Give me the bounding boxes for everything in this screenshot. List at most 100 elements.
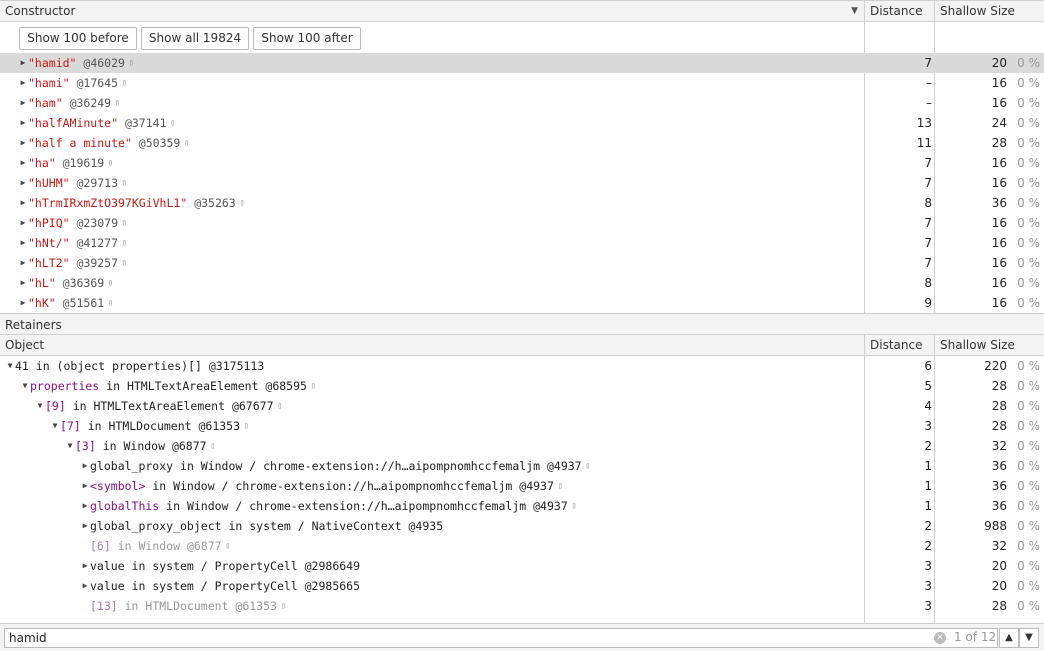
object-column-header[interactable]: Object bbox=[0, 335, 865, 356]
retainer-row[interactable]: ▼ [7] in HTMLDocument @61353 ▯ 3 28 0 % bbox=[0, 416, 1044, 436]
reveal-icon[interactable]: ▯ bbox=[278, 396, 283, 416]
collapse-triangle-icon[interactable]: ▼ bbox=[35, 396, 45, 416]
retainer-row[interactable]: ▼ [3] in Window @6877 ▯ 2 32 0 % bbox=[0, 436, 1044, 456]
row-name: ▶ "hPIQ" @23079 ▯ bbox=[18, 213, 127, 233]
expand-triangle-icon[interactable]: ▶ bbox=[18, 133, 28, 153]
reveal-icon[interactable]: ▯ bbox=[108, 153, 113, 173]
property-name: [6] bbox=[90, 539, 111, 553]
collapse-triangle-icon[interactable]: ▼ bbox=[65, 436, 75, 456]
property-name: [9] bbox=[45, 399, 66, 413]
reveal-icon[interactable]: ▯ bbox=[226, 536, 231, 556]
table-row[interactable]: ▶ "ha" @19619 ▯ 7 16 0 % bbox=[0, 153, 1044, 173]
table-row[interactable]: ▶ "ham" @36249 ▯ – 16 0 % bbox=[0, 93, 1044, 113]
reveal-icon[interactable]: ▯ bbox=[311, 376, 316, 396]
retainer-row[interactable]: ▶ value in system / PropertyCell @2986649… bbox=[0, 556, 1044, 576]
retainer-distance-column-header[interactable]: Distance bbox=[865, 335, 935, 356]
distance-cell: – bbox=[926, 76, 932, 90]
retainer-row[interactable]: ▶ globalThis in Window / chrome-extension… bbox=[0, 496, 1044, 516]
distance-cell: 1 bbox=[924, 499, 932, 513]
expand-triangle-icon[interactable]: ▶ bbox=[18, 113, 28, 133]
reveal-icon[interactable]: ▯ bbox=[586, 456, 591, 476]
shallow-size-percent: 0 % bbox=[1017, 459, 1040, 473]
table-row[interactable]: ▶ "hK" @51561 ▯ 9 16 0 % bbox=[0, 293, 1044, 311]
table-row[interactable]: ▶ "halfAMinute" @37141 ▯ 13 24 0 % bbox=[0, 113, 1044, 133]
object-id: @50359 bbox=[138, 136, 181, 150]
reveal-icon[interactable]: ▯ bbox=[184, 133, 189, 153]
row-name: ▶ "ham" @36249 ▯ bbox=[18, 93, 120, 113]
expand-triangle-icon[interactable]: ▶ bbox=[80, 516, 90, 536]
reveal-icon[interactable]: ▯ bbox=[122, 233, 127, 253]
reveal-icon[interactable]: ▯ bbox=[122, 213, 127, 233]
reveal-icon[interactable]: ▯ bbox=[244, 416, 249, 436]
expand-triangle-icon[interactable]: ▶ bbox=[80, 476, 90, 496]
retainer-row[interactable]: ▶ global_proxy in Window / chrome-extensi… bbox=[0, 456, 1044, 476]
collapse-triangle-icon[interactable]: ▼ bbox=[20, 376, 30, 396]
row-name: ▶ <symbol> in Window / chrome-extension:/… bbox=[80, 476, 563, 496]
shallow-size-percent: 0 % bbox=[1017, 96, 1040, 110]
search-input[interactable]: hamid bbox=[4, 628, 998, 648]
reveal-icon[interactable]: ▯ bbox=[211, 436, 216, 456]
previous-match-button[interactable]: ▲ bbox=[999, 628, 1019, 648]
reveal-icon[interactable]: ▯ bbox=[108, 273, 113, 293]
reveal-icon[interactable]: ▯ bbox=[240, 193, 245, 213]
expand-triangle-icon[interactable]: ▶ bbox=[18, 213, 28, 233]
reveal-icon[interactable]: ▯ bbox=[129, 53, 134, 73]
expand-triangle-icon[interactable]: ▶ bbox=[80, 456, 90, 476]
reveal-icon[interactable]: ▯ bbox=[122, 253, 127, 273]
shallow-size-cell: 24 bbox=[991, 116, 1007, 130]
expand-triangle-icon[interactable]: ▶ bbox=[18, 233, 28, 253]
reveal-icon[interactable]: ▯ bbox=[108, 293, 113, 311]
string-value: "hamid" bbox=[28, 56, 77, 70]
table-row[interactable]: ▶ "hL" @36369 ▯ 8 16 0 % bbox=[0, 273, 1044, 293]
expand-triangle-icon[interactable]: ▶ bbox=[18, 93, 28, 113]
retainer-row[interactable]: [13] in HTMLDocument @61353 ▯ 3 28 0 % bbox=[0, 596, 1044, 616]
distance-cell: 9 bbox=[924, 296, 932, 310]
shallow-size-column-header[interactable]: Shallow Size bbox=[935, 1, 1044, 22]
reveal-icon[interactable]: ▯ bbox=[115, 93, 120, 113]
show-100-after-button[interactable]: Show 100 after bbox=[253, 27, 361, 50]
distance-column-header[interactable]: Distance bbox=[865, 1, 935, 22]
table-row[interactable]: ▶ "half a minute" @50359 ▯ 11 28 0 % bbox=[0, 133, 1044, 153]
table-row[interactable]: ▶ "hPIQ" @23079 ▯ 7 16 0 % bbox=[0, 213, 1044, 233]
constructor-column-header[interactable]: Constructor ▼ bbox=[0, 1, 865, 22]
expand-triangle-icon[interactable]: ▶ bbox=[80, 576, 90, 596]
table-row[interactable]: ▶ "hLT2" @39257 ▯ 7 16 0 % bbox=[0, 253, 1044, 273]
retainer-shallow-size-column-header[interactable]: Shallow Size bbox=[935, 335, 1044, 356]
expand-triangle-icon[interactable]: ▶ bbox=[80, 496, 90, 516]
expand-triangle-icon[interactable]: ▶ bbox=[18, 293, 28, 311]
expand-triangle-icon[interactable]: ▶ bbox=[18, 253, 28, 273]
reveal-icon[interactable]: ▯ bbox=[171, 113, 176, 133]
table-row[interactable]: ▶ "hamid" @46029 ▯ 7 20 0 % bbox=[0, 53, 1044, 73]
reveal-icon[interactable]: ▯ bbox=[572, 496, 577, 516]
retainer-row[interactable]: ▶ value in system / PropertyCell @2985665… bbox=[0, 576, 1044, 596]
retainer-row[interactable]: ▼ properties in HTMLTextAreaElement @6859… bbox=[0, 376, 1044, 396]
show-all-button[interactable]: Show all 19824 bbox=[141, 27, 249, 50]
retainer-row[interactable]: ▶ global_proxy_object in system / NativeC… bbox=[0, 516, 1044, 536]
retainer-row[interactable]: ▶ <symbol> in Window / chrome-extension:/… bbox=[0, 476, 1044, 496]
property-name: global_proxy_object bbox=[90, 519, 222, 533]
expand-triangle-icon[interactable]: ▶ bbox=[18, 273, 28, 293]
collapse-triangle-icon[interactable]: ▼ bbox=[50, 416, 60, 436]
next-match-button[interactable]: ▼ bbox=[1019, 628, 1039, 648]
table-row[interactable]: ▶ "hami" @17645 ▯ – 16 0 % bbox=[0, 73, 1044, 93]
reveal-icon[interactable]: ▯ bbox=[122, 73, 127, 93]
show-100-before-button[interactable]: Show 100 before bbox=[19, 27, 137, 50]
retainer-row[interactable]: ▼ [9] in HTMLTextAreaElement @67677 ▯ 4 28 0 … bbox=[0, 396, 1044, 416]
clear-search-icon[interactable]: ✕ bbox=[934, 632, 946, 644]
expand-triangle-icon[interactable]: ▶ bbox=[18, 73, 28, 93]
retainer-row[interactable]: [6] in Window @6877 ▯ 2 32 0 % bbox=[0, 536, 1044, 556]
reveal-icon[interactable]: ▯ bbox=[558, 476, 563, 496]
reveal-icon[interactable]: ▯ bbox=[122, 173, 127, 193]
expand-triangle-icon[interactable]: ▶ bbox=[18, 173, 28, 193]
collapse-triangle-icon[interactable]: ▼ bbox=[5, 356, 15, 376]
table-row[interactable]: ▶ "hNt/" @41277 ▯ 7 16 0 % bbox=[0, 233, 1044, 253]
expand-triangle-icon[interactable]: ▶ bbox=[18, 53, 28, 73]
distance-cell: 13 bbox=[916, 116, 932, 130]
expand-triangle-icon[interactable]: ▶ bbox=[18, 193, 28, 213]
retainer-row[interactable]: ▼ 41 in (object properties)[] @3175113 6 22… bbox=[0, 356, 1044, 376]
table-row[interactable]: ▶ "hTrmIRxmZtO397KGiVhL1" @35263 ▯ 8 36 0 % bbox=[0, 193, 1044, 213]
reveal-icon[interactable]: ▯ bbox=[281, 596, 286, 616]
table-row[interactable]: ▶ "hUHM" @29713 ▯ 7 16 0 % bbox=[0, 173, 1044, 193]
expand-triangle-icon[interactable]: ▶ bbox=[80, 556, 90, 576]
expand-triangle-icon[interactable]: ▶ bbox=[18, 153, 28, 173]
